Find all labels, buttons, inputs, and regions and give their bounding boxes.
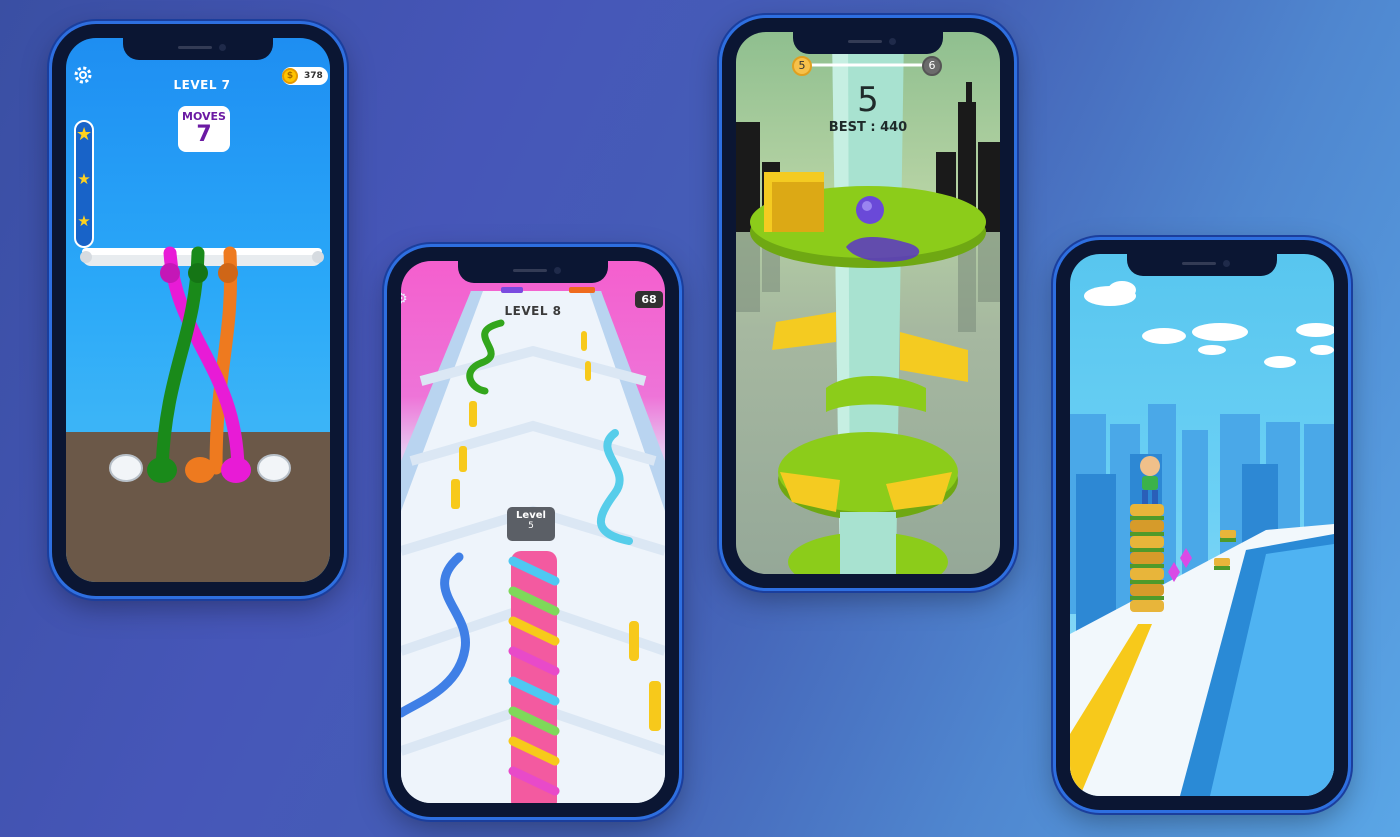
level-title: LEVEL 8 — [504, 304, 562, 318]
rope-puzzle-scene[interactable] — [66, 38, 330, 582]
phone-helix-jump: 5 6 5 BEST : 440 — [722, 18, 1014, 588]
phone-rope-game: LEVEL 7 $ 378 MOVES 7 ★ ★ ★ — [52, 24, 344, 596]
current-level-badge: 5 — [792, 56, 812, 76]
player-level-value: 5 — [528, 521, 534, 531]
phone-notch — [123, 38, 273, 60]
helix-jump-screen: 5 6 5 BEST : 440 — [736, 32, 1000, 574]
gear-icon[interactable]: ⚙ — [401, 291, 408, 307]
phone-rope-runner: ⚙ LEVEL 8 68 Level 5 — [387, 247, 679, 817]
rope-runner-screen: ⚙ LEVEL 8 68 Level 5 — [401, 261, 665, 803]
phone-notch — [793, 32, 943, 54]
score-value: 5 — [857, 80, 879, 120]
player-level-label: Level — [516, 510, 546, 521]
coin-counter: 68 — [635, 291, 663, 308]
sandwich-runner-screen — [1070, 254, 1334, 796]
runner-city-scene[interactable] — [1070, 254, 1334, 796]
phone-notch — [458, 261, 608, 283]
rope-game-screen: LEVEL 7 $ 378 MOVES 7 ★ ★ ★ — [66, 38, 330, 582]
best-score: BEST : 440 — [828, 120, 908, 135]
phone-notch — [1127, 254, 1277, 276]
phone-sandwich-runner — [1056, 240, 1348, 810]
player-level-tag: Level 5 — [507, 507, 555, 541]
next-level-badge: 6 — [922, 56, 942, 76]
